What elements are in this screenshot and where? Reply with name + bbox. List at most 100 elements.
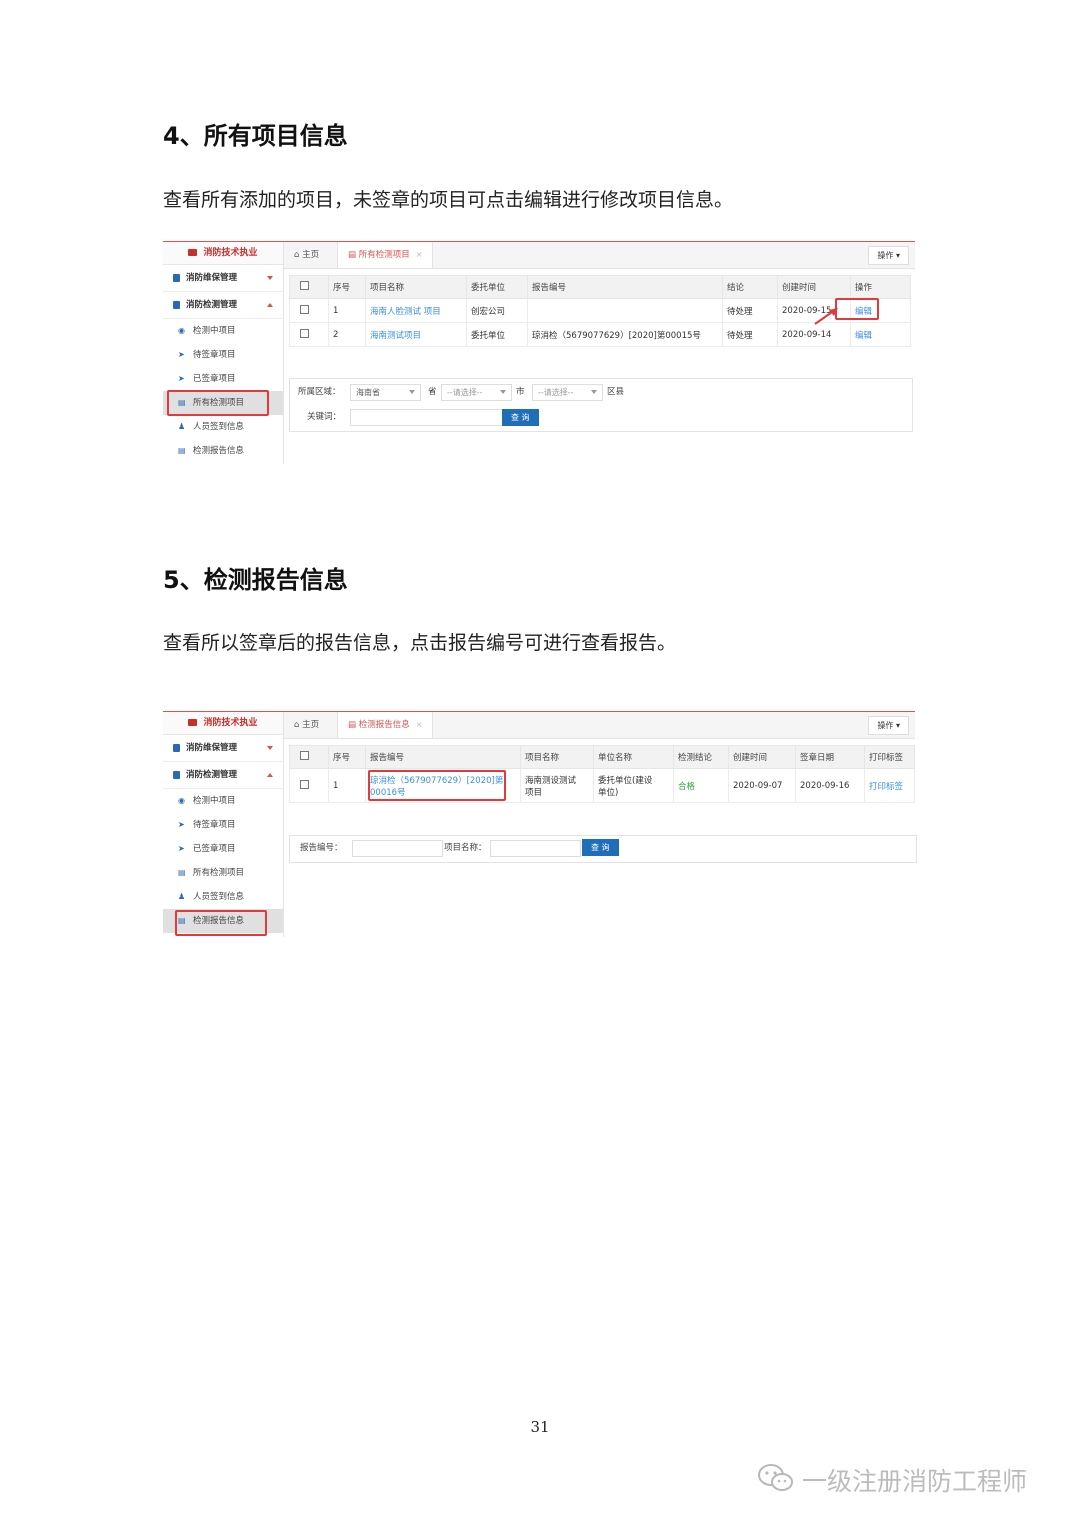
column-header: 报告编号 bbox=[527, 275, 723, 299]
cell-project-link[interactable]: 海南测试项目 bbox=[365, 322, 467, 347]
sidebar-item-in-progress[interactable]: ◉ 检测中项目 bbox=[163, 319, 283, 343]
sidebar-item-signed[interactable]: ➤ 已签章项目 bbox=[163, 367, 283, 391]
brand: 消防技术执业 bbox=[163, 712, 283, 735]
chevron-up-icon bbox=[267, 773, 273, 777]
sidebar-item-checkin[interactable]: ♟ 人员签到信息 bbox=[163, 885, 283, 909]
tab-reports[interactable]: ▤ 检测报告信息 × bbox=[337, 712, 434, 738]
chevron-down-icon bbox=[591, 390, 597, 394]
column-header: 签章日期 bbox=[795, 745, 865, 769]
cell-project: 海南测设测试 项目 bbox=[520, 768, 594, 803]
cell-no: 2 bbox=[328, 322, 366, 347]
row-checkbox[interactable] bbox=[289, 322, 329, 347]
query-button[interactable]: 查 询 bbox=[582, 839, 619, 856]
sidebar: 消防技术执业 消防维保管理 消防检测管理 ◉ 检测中项目 ➤ 待签章项目 ➤ 已签章项… bbox=[163, 712, 284, 937]
home-icon: ⌂ bbox=[294, 720, 303, 730]
menu-maintenance[interactable]: 消防维保管理 bbox=[163, 265, 283, 292]
document-icon: ▤ bbox=[348, 250, 359, 260]
menu-label: 消防检测管理 bbox=[186, 300, 238, 310]
menu-label: 消防维保管理 bbox=[186, 273, 238, 283]
menu-inspection[interactable]: 消防检测管理 bbox=[163, 762, 283, 789]
section-5-description: 查看所以签章后的报告信息，点击报告编号可进行查看报告。 bbox=[163, 632, 677, 654]
city-select[interactable]: --请选择-- bbox=[441, 384, 512, 401]
column-header: 项目名称 bbox=[365, 275, 467, 299]
column-header: 单位名称 bbox=[593, 745, 674, 769]
district-select[interactable]: --请选择-- bbox=[532, 384, 603, 401]
cell-project-link[interactable]: 海南人脸测试 项目 bbox=[365, 298, 467, 323]
province-select[interactable]: 海南省 bbox=[350, 384, 421, 401]
section-5-heading: 5、检测报告信息 bbox=[163, 566, 348, 594]
sidebar-item-reports[interactable]: ▤ 检测报告信息 bbox=[163, 439, 283, 463]
tab-all-projects[interactable]: ▤ 所有检测项目 × bbox=[337, 242, 434, 268]
tab-home[interactable]: ⌂ 主页 bbox=[284, 712, 329, 738]
tab-home[interactable]: ⌂ 主页 bbox=[284, 242, 329, 268]
close-icon[interactable]: × bbox=[416, 720, 423, 729]
select-all-checkbox[interactable] bbox=[289, 275, 329, 299]
sidebar-item-signed[interactable]: ➤ 已签章项目 bbox=[163, 837, 283, 861]
briefcase-icon bbox=[188, 249, 198, 256]
row-checkbox[interactable] bbox=[289, 298, 329, 323]
query-button[interactable]: 查 询 bbox=[502, 409, 539, 426]
cell-line: 项目 bbox=[525, 787, 543, 798]
edit-link[interactable]: 编辑 bbox=[850, 322, 911, 347]
extinguisher-icon bbox=[173, 743, 180, 752]
tab-label: 所有检测项目 bbox=[358, 250, 410, 260]
user-icon: ♟ bbox=[178, 422, 186, 431]
print-label-link[interactable]: 打印标签 bbox=[864, 768, 915, 803]
operations-button[interactable]: 操作 ▾ bbox=[868, 716, 909, 735]
briefcase-icon bbox=[188, 719, 198, 726]
highlight-box bbox=[368, 770, 506, 801]
keyword-label: 关键词： bbox=[307, 412, 342, 422]
watermark-text: 一级注册消防工程师 bbox=[802, 1467, 1028, 1496]
brand: 消防技术执业 bbox=[163, 242, 283, 265]
menu-inspection[interactable]: 消防检测管理 bbox=[163, 292, 283, 319]
user-icon: ♟ bbox=[178, 892, 186, 901]
sidebar-item-checkin[interactable]: ♟ 人员签到信息 bbox=[163, 415, 283, 439]
chevron-down-icon bbox=[267, 276, 273, 280]
project-name-label: 项目名称： bbox=[444, 843, 487, 853]
highlight-box bbox=[175, 910, 267, 936]
extinguisher-icon bbox=[173, 770, 180, 779]
project-name-input[interactable] bbox=[490, 840, 581, 857]
arrow-icon bbox=[814, 308, 838, 325]
select-value: --请选择-- bbox=[447, 388, 483, 397]
cell-created: 2020-09-07 bbox=[728, 768, 796, 803]
menu-label: 消防检测管理 bbox=[186, 770, 238, 780]
operations-button[interactable]: 操作 ▾ bbox=[868, 246, 909, 265]
clock-icon: ◉ bbox=[178, 796, 185, 805]
report-number-label: 报告编号： bbox=[300, 843, 343, 853]
highlight-box bbox=[835, 298, 879, 320]
region-label: 所属区域： bbox=[298, 387, 341, 397]
sidebar-item-in-progress[interactable]: ◉ 检测中项目 bbox=[163, 789, 283, 813]
keyword-input[interactable] bbox=[350, 409, 503, 426]
sidebar-item-pending-sign[interactable]: ➤ 待签章项目 bbox=[163, 343, 283, 367]
cell-unit: 委托单位(建设 单位) bbox=[593, 768, 674, 803]
page-number: 31 bbox=[530, 1418, 550, 1436]
column-header: 结论 bbox=[722, 275, 778, 299]
screenshot-report-info: 消防技术执业 消防维保管理 消防检测管理 ◉ 检测中项目 ➤ 待签章项目 ➤ 已签章项… bbox=[163, 711, 917, 937]
sidebar-item-pending-sign[interactable]: ➤ 待签章项目 bbox=[163, 813, 283, 837]
row-checkbox[interactable] bbox=[289, 768, 329, 803]
report-number-input[interactable] bbox=[352, 840, 443, 857]
column-header: 序号 bbox=[328, 745, 366, 769]
brand-label: 消防技术执业 bbox=[203, 718, 258, 728]
document-icon: ▤ bbox=[178, 446, 186, 455]
sidebar-item-label: 待签章项目 bbox=[193, 350, 236, 360]
cell-result: 待处理 bbox=[722, 322, 778, 347]
sidebar-item-label: 检测中项目 bbox=[193, 326, 236, 336]
send-icon: ➤ bbox=[178, 350, 185, 359]
select-all-checkbox[interactable] bbox=[289, 745, 329, 769]
sidebar-item-label: 待签章项目 bbox=[193, 820, 236, 830]
section-4-heading: 4、所有项目信息 bbox=[163, 122, 348, 150]
cell-report bbox=[527, 298, 723, 323]
menu-maintenance[interactable]: 消防维保管理 bbox=[163, 735, 283, 762]
sidebar-item-all-projects[interactable]: ▤ 所有检测项目 bbox=[163, 861, 283, 885]
sidebar: 消防技术执业 消防维保管理 消防检测管理 ◉ 检测中项目 ➤ 待签章项目 ➤ 已签章项… bbox=[163, 242, 284, 464]
tab-label: 主页 bbox=[302, 720, 320, 730]
close-icon[interactable]: × bbox=[416, 250, 423, 259]
brand-label: 消防技术执业 bbox=[203, 248, 258, 258]
cell-line: 海南测设测试 bbox=[525, 775, 577, 786]
send-icon: ➤ bbox=[178, 820, 185, 829]
cell-line: 单位) bbox=[598, 787, 619, 798]
document-icon: ▤ bbox=[178, 868, 186, 877]
city-unit: 市 bbox=[516, 387, 525, 397]
